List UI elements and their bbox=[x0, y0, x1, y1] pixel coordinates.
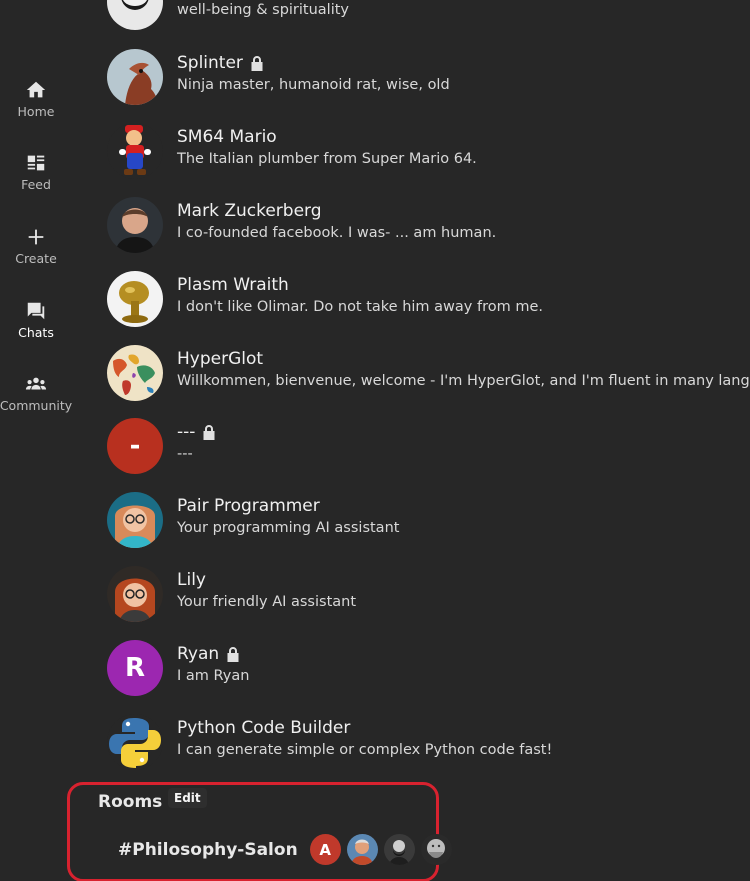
chat-name: --- bbox=[177, 422, 216, 442]
room-member-avatar bbox=[346, 834, 378, 865]
sidebar-item-community[interactable]: Community bbox=[0, 373, 72, 413]
chat-name: Plasm Wraith bbox=[177, 275, 289, 295]
room-member-avatar: A bbox=[309, 834, 341, 865]
lock-icon bbox=[250, 55, 264, 71]
chat-name-text: SM64 Mario bbox=[177, 127, 277, 147]
chat-icon bbox=[27, 302, 45, 320]
chat-description: I can generate simple or complex Python … bbox=[177, 742, 553, 758]
chat-name: Splinter bbox=[177, 53, 264, 73]
chat-item[interactable]: Lily Your friendly AI assistant bbox=[107, 566, 750, 626]
sidebar-item-create[interactable]: Create bbox=[0, 226, 72, 266]
room-item[interactable]: #Philosophy-Salon A bbox=[118, 834, 452, 865]
sidebar-item-label: Community bbox=[0, 398, 73, 413]
chat-item[interactable]: Plasm Wraith I don't like Olimar. Do not… bbox=[107, 271, 750, 331]
avatar bbox=[107, 271, 163, 327]
chat-item[interactable]: SM64 Mario The Italian plumber from Supe… bbox=[107, 123, 750, 183]
chat-name-text: HyperGlot bbox=[177, 349, 264, 369]
chat-name: Lily bbox=[177, 570, 206, 590]
chat-item[interactable]: Pair Programmer Your programming AI assi… bbox=[107, 492, 750, 552]
chat-description: Your friendly AI assistant bbox=[177, 594, 357, 610]
python-logo-icon bbox=[107, 714, 163, 770]
room-name: #Philosophy-Salon bbox=[118, 839, 298, 860]
rooms-edit-button[interactable]: Edit bbox=[168, 788, 207, 808]
sidebar-item-label: Home bbox=[17, 104, 55, 119]
avatar bbox=[107, 714, 163, 770]
chat-item[interactable]: well-being & spirituality bbox=[107, 0, 750, 34]
chat-item[interactable]: HyperGlot Willkommen, bienvenue, welcome… bbox=[107, 345, 750, 405]
chat-description: The Italian plumber from Super Mario 64. bbox=[177, 151, 477, 167]
sidebar-item-label: Create bbox=[15, 251, 57, 266]
chat-item[interactable]: Splinter Ninja master, humanoid rat, wis… bbox=[107, 49, 750, 109]
avatar-letter: - bbox=[129, 431, 141, 461]
sidebar-nav: Home Feed Create Chats Community bbox=[0, 0, 72, 881]
chat-name-text: --- bbox=[177, 422, 196, 442]
avatar bbox=[107, 123, 163, 179]
feed-icon bbox=[27, 155, 45, 171]
chat-description: Your programming AI assistant bbox=[177, 520, 400, 536]
chat-name-text: Pair Programmer bbox=[177, 496, 320, 516]
chat-description: Ninja master, humanoid rat, wise, old bbox=[177, 77, 450, 93]
chat-name-text: Splinter bbox=[177, 53, 243, 73]
chat-description: --- bbox=[177, 446, 193, 462]
avatar bbox=[107, 492, 163, 548]
room-member-avatar bbox=[420, 834, 452, 865]
home-icon bbox=[26, 81, 46, 98]
chat-name: Mark Zuckerberg bbox=[177, 201, 322, 221]
sidebar-item-home[interactable]: Home bbox=[0, 79, 72, 119]
avatar bbox=[107, 0, 163, 30]
chat-name: Ryan bbox=[177, 644, 240, 664]
chat-name-text: Ryan bbox=[177, 644, 220, 664]
community-icon bbox=[25, 377, 47, 390]
avatar bbox=[107, 49, 163, 105]
sidebar-item-label: Feed bbox=[21, 177, 51, 192]
chat-item[interactable]: Mark Zuckerberg I co-founded facebook. I… bbox=[107, 197, 750, 257]
avatar bbox=[107, 197, 163, 253]
sidebar-item-feed[interactable]: Feed bbox=[0, 152, 72, 192]
chat-name-text: Python Code Builder bbox=[177, 718, 351, 738]
chat-item[interactable]: Python Code Builder I can generate simpl… bbox=[107, 714, 750, 774]
chat-name-text: Mark Zuckerberg bbox=[177, 201, 322, 221]
room-member-avatar bbox=[383, 834, 415, 865]
chat-name: Pair Programmer bbox=[177, 496, 320, 516]
chat-description: I am Ryan bbox=[177, 668, 250, 684]
sidebar-item-label: Chats bbox=[18, 325, 54, 340]
chat-name: SM64 Mario bbox=[177, 127, 277, 147]
avatar: - bbox=[107, 418, 163, 474]
avatar-letter: R bbox=[124, 653, 146, 683]
sidebar-item-chats[interactable]: Chats bbox=[0, 300, 72, 340]
chat-description: I don't like Olimar. Do not take him awa… bbox=[177, 299, 543, 315]
chat-description: I co-founded facebook. I was- ... am hum… bbox=[177, 225, 497, 241]
chat-description: well-being & spirituality bbox=[177, 2, 350, 18]
app-window: Home Feed Create Chats Community well-be… bbox=[0, 0, 750, 881]
chat-name-text: Lily bbox=[177, 570, 206, 590]
plus-icon bbox=[28, 229, 44, 245]
chat-name: HyperGlot bbox=[177, 349, 263, 369]
avatar bbox=[107, 345, 163, 401]
avatar-letter: A bbox=[319, 840, 331, 859]
avatar bbox=[107, 566, 163, 622]
chat-name-text: Plasm Wraith bbox=[177, 275, 289, 295]
rooms-heading: Rooms bbox=[98, 792, 163, 812]
chat-item[interactable]: - --- --- bbox=[107, 418, 750, 478]
chat-name: Python Code Builder bbox=[177, 718, 350, 738]
chat-description: Willkommen, bienvenue, welcome - I'm Hyp… bbox=[177, 373, 750, 389]
chat-item[interactable]: R Ryan I am Ryan bbox=[107, 640, 750, 700]
lock-icon bbox=[202, 424, 216, 440]
avatar: R bbox=[107, 640, 163, 696]
lock-icon bbox=[226, 646, 240, 662]
